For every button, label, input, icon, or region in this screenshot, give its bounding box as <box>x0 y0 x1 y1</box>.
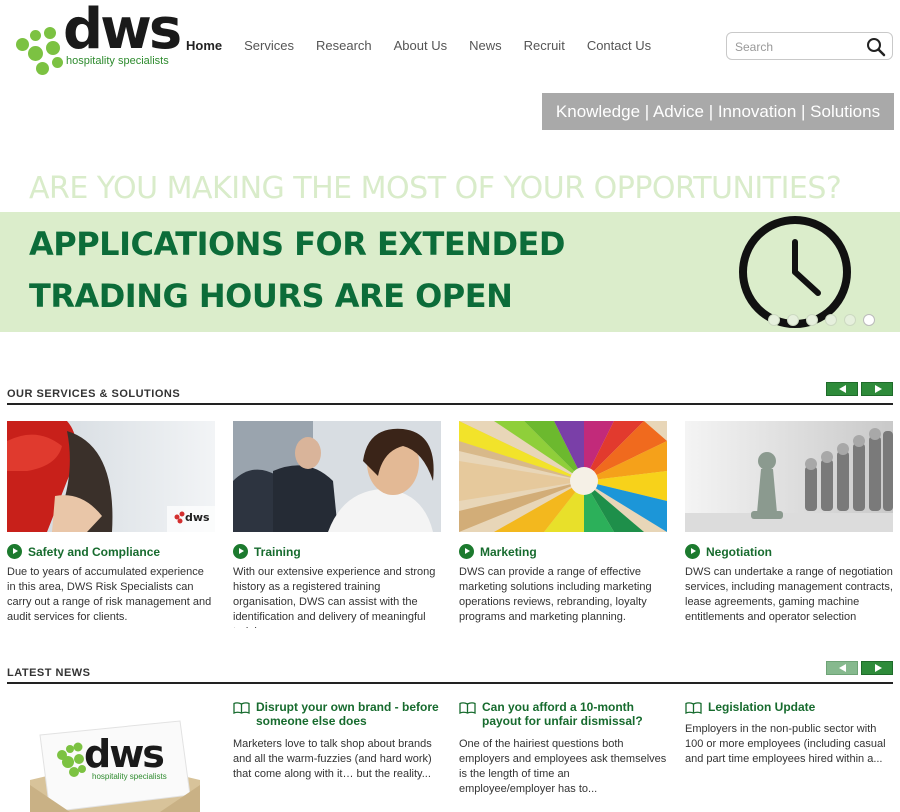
services-prev-button[interactable] <box>826 382 858 396</box>
news-heading: LATEST NEWS <box>7 667 91 679</box>
hero-headline-line1: APPLICATIONS FOR EXTENDED <box>29 225 565 263</box>
slide-dot-active[interactable] <box>863 314 875 326</box>
services-arrows <box>826 382 893 396</box>
clock-icon <box>739 216 851 328</box>
hard-hat-photo[interactable]: dws <box>7 421 215 532</box>
service-title-label: Marketing <box>480 544 537 559</box>
news-arrows <box>826 661 893 675</box>
dws-logo[interactable]: dws hospitality specialists <box>8 2 182 82</box>
service-title[interactable]: Safety and Compliance <box>7 544 160 559</box>
service-title-label: Training <box>254 544 301 559</box>
service-description: With our extensive experience and strong… <box>233 566 436 628</box>
news-envelope-image: dws hospitality specialists <box>30 715 200 812</box>
service-description: Due to years of accumulated experience i… <box>7 566 212 623</box>
book-icon <box>685 702 702 714</box>
nav-home[interactable]: Home <box>186 39 222 52</box>
arrow-circle-icon <box>459 544 474 559</box>
service-title[interactable]: Training <box>233 544 301 559</box>
service-title[interactable]: Negotiation <box>685 544 772 559</box>
hero-question: ARE YOU MAKING THE MOST OF YOUR OPPORTUN… <box>29 171 842 206</box>
search-icon[interactable] <box>866 37 886 57</box>
news-title[interactable]: Disrupt your own brand - before someone … <box>233 700 441 728</box>
services-next-button[interactable] <box>861 382 893 396</box>
news-description: One of the hairiest questions both emplo… <box>459 738 667 795</box>
arrow-circle-icon <box>685 544 700 559</box>
news-title-label: Legislation Update <box>708 700 816 714</box>
services-heading: OUR SERVICES & SOLUTIONS <box>7 388 181 400</box>
book-icon <box>233 702 250 714</box>
news-item[interactable]: Can you afford a 10-month payout for unf… <box>459 700 667 797</box>
news-description: Employers in the non-public sector with … <box>685 723 886 765</box>
service-card[interactable]: dws Safety and Compliance Due to years o… <box>7 421 215 623</box>
arrow-circle-icon <box>233 544 248 559</box>
nav-recruit[interactable]: Recruit <box>524 39 565 52</box>
service-title-label: Safety and Compliance <box>28 544 161 559</box>
search-input[interactable] <box>735 38 865 55</box>
chess-pieces-photo[interactable] <box>685 421 893 532</box>
slide-dot[interactable] <box>787 314 799 326</box>
slide-dot[interactable] <box>844 314 856 326</box>
arrow-circle-icon <box>7 544 22 559</box>
service-description: DWS can undertake a range of negotiation… <box>685 566 893 623</box>
news-prev-button[interactable] <box>826 661 858 675</box>
colored-pencils-photo[interactable] <box>459 421 667 532</box>
service-title-label: Negotiation <box>706 544 772 559</box>
nav-research[interactable]: Research <box>316 39 372 52</box>
nav-about-us[interactable]: About Us <box>394 39 447 52</box>
service-card[interactable]: Negotiation DWS can undertake a range of… <box>685 421 893 623</box>
svg-text:dws: dws <box>185 511 210 524</box>
slider-pagination <box>768 314 875 326</box>
service-title[interactable]: Marketing <box>459 544 537 559</box>
main-nav: Home Services Research About Us News Rec… <box>186 39 673 52</box>
slide-dot[interactable] <box>825 314 837 326</box>
news-title-label: Disrupt your own brand - before someone … <box>256 700 439 728</box>
news-title[interactable]: Legislation Update <box>685 700 893 714</box>
logo-wordmark: dws <box>63 0 182 62</box>
news-title-label: Can you afford a 10-month payout for unf… <box>482 700 643 728</box>
news-description: Marketers love to talk shop about brands… <box>233 738 432 780</box>
tagline-bar: Knowledge | Advice | Innovation | Soluti… <box>542 93 894 130</box>
slide-dot[interactable] <box>806 314 818 326</box>
news-item[interactable]: Disrupt your own brand - before someone … <box>233 700 441 782</box>
service-card[interactable]: Marketing DWS can provide a range of eff… <box>459 421 667 623</box>
service-description: DWS can provide a range of effective mar… <box>459 566 652 623</box>
nav-news[interactable]: News <box>469 39 502 52</box>
news-next-button[interactable] <box>861 661 893 675</box>
hero-headline-line2: TRADING HOURS ARE OPEN <box>29 277 513 315</box>
book-icon <box>459 702 476 714</box>
news-header: LATEST NEWS <box>7 661 893 684</box>
services-header: OUR SERVICES & SOLUTIONS <box>7 382 893 405</box>
slide-dot[interactable] <box>768 314 780 326</box>
nav-contact-us[interactable]: Contact Us <box>587 39 651 52</box>
business-people-photo[interactable] <box>233 421 441 532</box>
search-box <box>726 32 893 60</box>
service-card[interactable]: Training With our extensive experience a… <box>233 421 441 628</box>
svg-text:hospitality specialists: hospitality specialists <box>92 772 167 781</box>
news-item[interactable]: Legislation Update Employers in the non-… <box>685 700 893 767</box>
svg-text:dws: dws <box>84 732 163 776</box>
nav-services[interactable]: Services <box>244 39 294 52</box>
logo-subtitle: hospitality specialists <box>66 55 169 67</box>
news-title[interactable]: Can you afford a 10-month payout for unf… <box>459 700 667 728</box>
